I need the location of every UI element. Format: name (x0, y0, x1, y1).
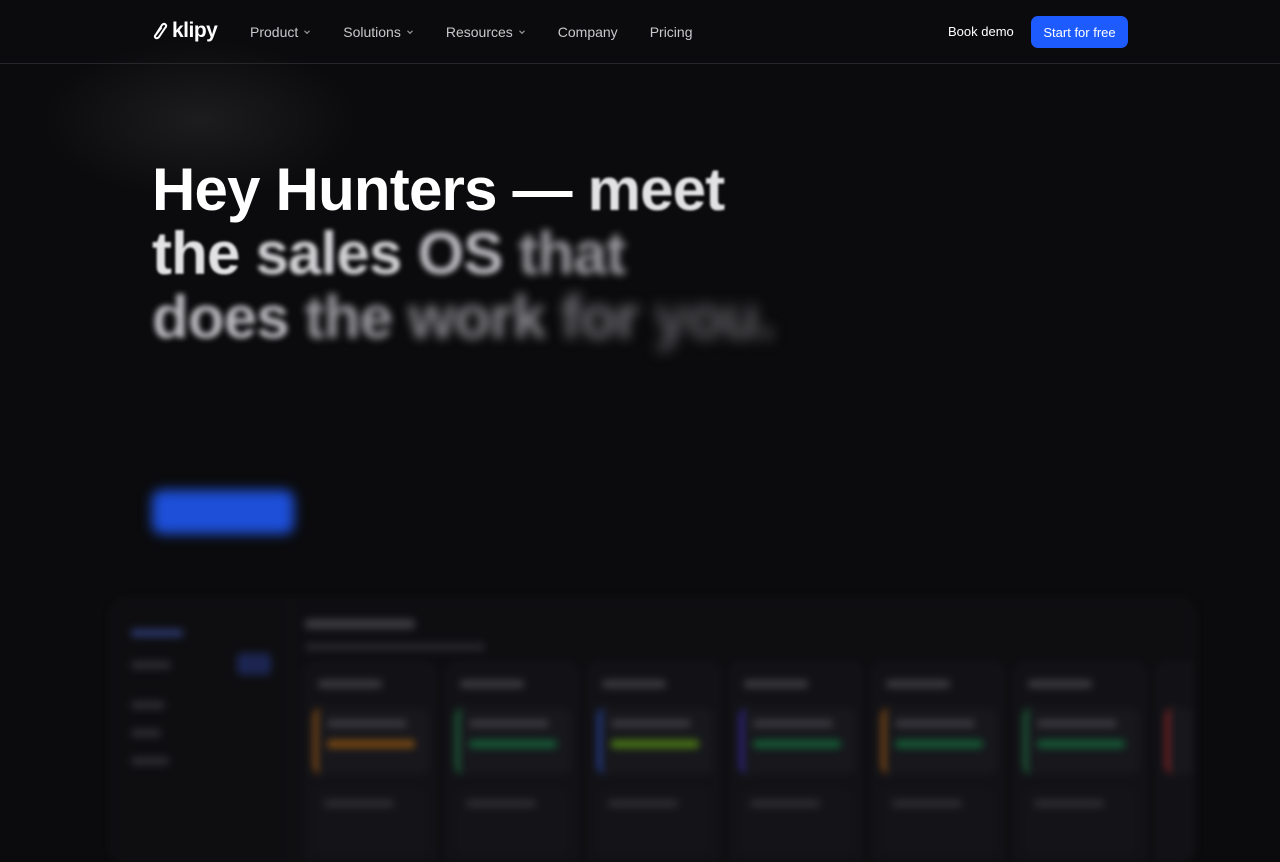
headline-word: Hunters (275, 156, 498, 223)
preview-card-line (327, 720, 407, 727)
preview-deal-card (456, 788, 568, 854)
headline-word: Hey (152, 156, 260, 223)
preview-card-line (895, 720, 975, 727)
headline-word: for (560, 284, 639, 351)
chevron-down-icon (304, 30, 311, 35)
preview-deal-card (1166, 708, 1193, 774)
preview-pipeline-column (873, 663, 1003, 861)
preview-column-title (886, 680, 950, 688)
preview-column-title (602, 680, 666, 688)
preview-sidebar-item (131, 701, 165, 709)
hero-primary-cta-button[interactable] (152, 490, 294, 534)
preview-card-line (611, 720, 691, 727)
preview-pipeline-column (731, 663, 861, 861)
preview-heading (305, 619, 415, 629)
menu-item-resources[interactable]: Resources (446, 24, 526, 40)
klipy-logo-icon (153, 22, 168, 40)
main-menu: Product Solutions Resources Company Pric… (250, 0, 692, 64)
preview-pipeline-column (1015, 663, 1145, 861)
menu-item-label: Pricing (649, 24, 693, 40)
preview-card-line (892, 800, 962, 807)
preview-column-title (318, 680, 382, 688)
headline-word: meet (587, 156, 726, 223)
logo[interactable]: klipy (152, 19, 218, 43)
headline-word: sales (255, 220, 402, 287)
preview-deal-card (598, 788, 710, 854)
preview-pipeline-column (305, 663, 435, 861)
preview-deal-card (740, 708, 855, 774)
preview-card-bar (753, 740, 841, 748)
preview-card-bar (469, 740, 557, 748)
preview-card-line (1034, 800, 1104, 807)
hero-headline: Hey Hunters — meet the sales OS that doe… (152, 158, 775, 350)
preview-pipeline-column (1157, 663, 1193, 861)
preview-pipeline-column (447, 663, 577, 861)
preview-deal-card (1024, 708, 1139, 774)
app-preview (112, 600, 1194, 862)
preview-deal-card (882, 708, 997, 774)
start-for-free-button[interactable]: Start for free (1031, 16, 1128, 48)
top-navigation: klipy Product Solutions Resources Compan… (0, 0, 1280, 64)
headline-word: OS (417, 220, 504, 287)
preview-deal-card (456, 708, 571, 774)
menu-item-pricing[interactable]: Pricing (650, 24, 693, 40)
preview-sidebar-badge (237, 653, 271, 675)
preview-card-bar (327, 740, 415, 748)
preview-deal-card (1024, 788, 1136, 854)
preview-column-title (744, 680, 808, 688)
headline-word: work (408, 284, 546, 351)
preview-deal-card (598, 708, 713, 774)
menu-item-company[interactable]: Company (558, 24, 618, 40)
headline-word: you. (654, 284, 775, 351)
preview-card-line (1037, 720, 1117, 727)
preview-sidebar-item (131, 757, 169, 765)
preview-deal-card (740, 788, 852, 854)
preview-sidebar-item (131, 629, 183, 637)
preview-card-line (753, 720, 833, 727)
logo-text: klipy (172, 19, 218, 42)
preview-deal-card (314, 788, 426, 854)
preview-card-bar (895, 740, 983, 748)
headline-word: the (152, 220, 240, 287)
preview-deal-card (882, 788, 994, 854)
book-demo-link[interactable]: Book demo (948, 24, 1014, 39)
preview-pipeline-column (589, 663, 719, 861)
preview-sidebar-item (131, 729, 161, 737)
preview-card-bar (611, 740, 699, 748)
preview-card-line (466, 800, 536, 807)
preview-subheading (305, 643, 485, 651)
menu-item-solutions[interactable]: Solutions (343, 24, 414, 40)
preview-card-bar (1037, 740, 1125, 748)
preview-column-title (460, 680, 524, 688)
menu-item-product[interactable]: Product (250, 24, 311, 40)
preview-column-title (1028, 680, 1092, 688)
menu-item-label: Solutions (343, 24, 401, 40)
headline-word: the (304, 284, 393, 351)
preview-card-line (469, 720, 549, 727)
preview-card-line (324, 800, 394, 807)
menu-item-label: Product (250, 24, 299, 40)
preview-card-line (608, 800, 678, 807)
preview-card-line (750, 800, 820, 807)
chevron-down-icon (518, 30, 525, 35)
headline-word: does (152, 284, 290, 351)
headline-word: that (518, 220, 626, 287)
headline-word: — (512, 156, 573, 223)
chevron-down-icon (406, 30, 413, 35)
preview-sidebar (113, 601, 292, 861)
menu-item-label: Company (557, 24, 618, 40)
menu-item-label: Resources (445, 24, 513, 40)
preview-sidebar-item (131, 661, 171, 669)
preview-deal-card (314, 708, 429, 774)
